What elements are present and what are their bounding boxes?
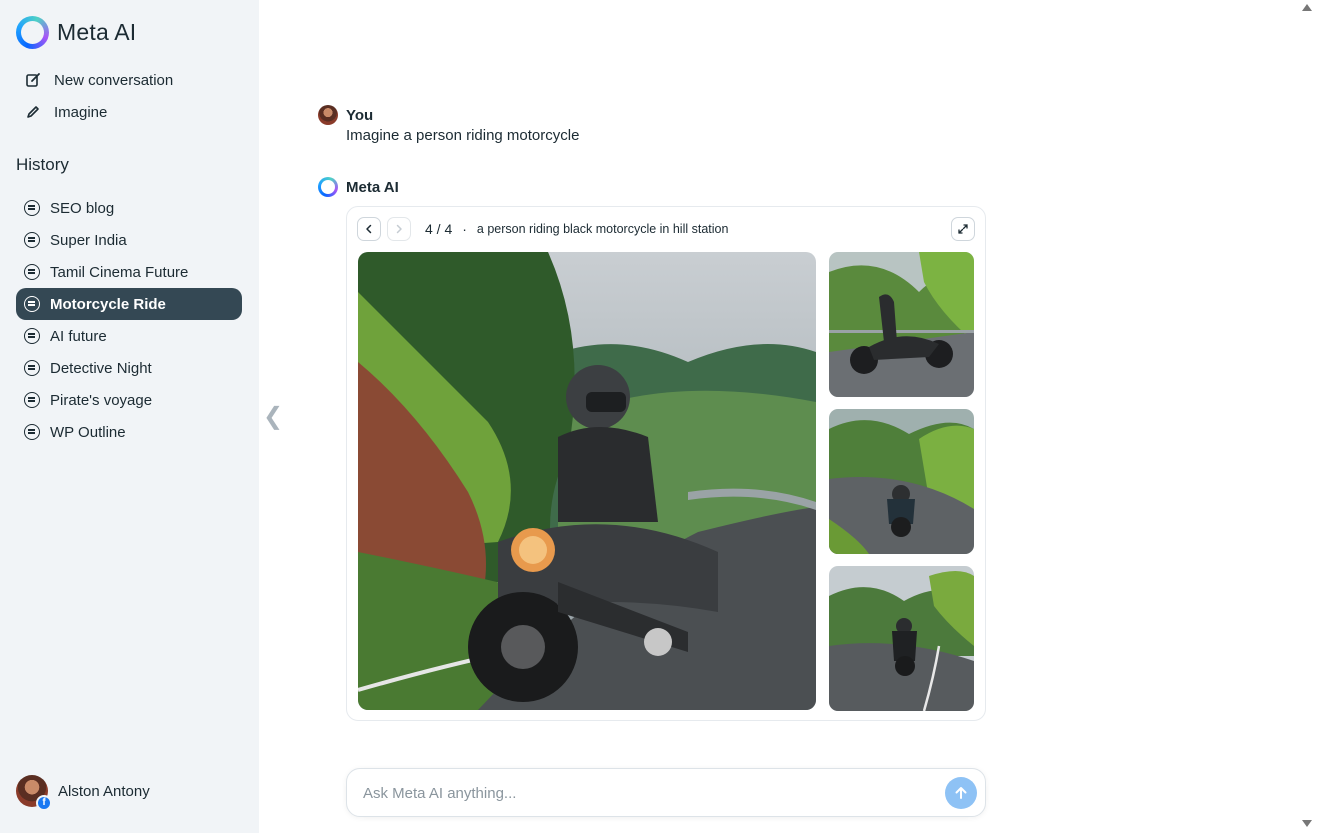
- sidebar-nav: New conversation Imagine: [16, 64, 242, 128]
- chat-bubble-icon: [24, 200, 40, 216]
- chat-bubble-icon: [24, 328, 40, 344]
- chat-bubble-icon: [24, 232, 40, 248]
- brand[interactable]: Meta AI: [16, 16, 136, 49]
- history-item-seo-blog[interactable]: SEO blog: [16, 192, 242, 224]
- history-item-label: WP Outline: [50, 423, 126, 441]
- history-item-label: AI future: [50, 327, 107, 345]
- history-item-detective-night[interactable]: Detective Night: [16, 352, 242, 384]
- chat-bubble-icon: [24, 296, 40, 312]
- user-avatar: [318, 105, 338, 125]
- image-counter: 4 / 4: [425, 221, 453, 237]
- separator-dot: ·: [462, 221, 467, 237]
- history-item-motorcycle-ride[interactable]: Motorcycle Ride: [16, 288, 242, 320]
- history-item-tamil-cinema-future[interactable]: Tamil Cinema Future: [16, 256, 242, 288]
- sidebar: Meta AI New conversation Imagine History…: [0, 0, 259, 833]
- history-item-super-india[interactable]: Super India: [16, 224, 242, 256]
- chat-bubble-icon: [24, 264, 40, 280]
- user-name: Alston Antony: [58, 782, 150, 800]
- next-image-button[interactable]: [387, 217, 411, 241]
- meta-ai-ring-icon: [16, 16, 49, 49]
- imagine-label: Imagine: [54, 103, 108, 121]
- arrow-up-icon: [955, 787, 967, 799]
- thumbnail-image-1[interactable]: [829, 252, 974, 397]
- scroll-up-arrow-icon[interactable]: [1302, 4, 1312, 11]
- brand-name: Meta AI: [57, 19, 137, 45]
- facebook-icon: f: [36, 795, 52, 811]
- chevron-right-icon: [396, 224, 402, 234]
- image-caption: a person riding black motorcycle in hill…: [476, 222, 729, 236]
- avatar: f: [16, 775, 52, 811]
- thumbnail-image-3[interactable]: [829, 566, 974, 711]
- new-conversation-label: New conversation: [54, 71, 174, 89]
- image-result-card: 4 / 4 · a person riding black motorcycle…: [346, 206, 986, 721]
- pencil-icon: [24, 103, 42, 121]
- ai-message-header: Meta AI: [318, 177, 399, 197]
- image-card-toolbar: 4 / 4 · a person riding black motorcycle…: [357, 217, 975, 241]
- expand-button[interactable]: [951, 217, 975, 241]
- history-item-label: Pirate's voyage: [50, 391, 153, 409]
- history-item-label: Super India: [50, 231, 127, 249]
- history-item-pirates-voyage[interactable]: Pirate's voyage: [16, 384, 242, 416]
- history-item-label: Detective Night: [50, 359, 152, 377]
- chat-input-box: [346, 768, 986, 817]
- history-item-label: Tamil Cinema Future: [50, 263, 189, 281]
- chat-bubble-icon: [24, 392, 40, 408]
- chevron-left-icon: [366, 224, 372, 234]
- user-profile[interactable]: f Alston Antony: [16, 775, 150, 811]
- new-conversation-button[interactable]: New conversation: [16, 64, 242, 96]
- ai-author: Meta AI: [346, 178, 399, 196]
- history-item-wp-outline[interactable]: WP Outline: [16, 416, 242, 448]
- scroll-down-arrow-icon[interactable]: [1302, 820, 1312, 827]
- send-button[interactable]: [945, 777, 977, 809]
- thumbnail-image-2[interactable]: [829, 409, 974, 554]
- chat-bubble-icon: [24, 424, 40, 440]
- chat-bubble-icon: [24, 360, 40, 376]
- history-item-label: Motorcycle Ride: [50, 295, 166, 313]
- history-list: SEO blog Super India Tamil Cinema Future…: [16, 192, 242, 448]
- chat-input[interactable]: [363, 781, 923, 805]
- main-generated-image[interactable]: [358, 252, 816, 710]
- meta-ai-ring-icon: [318, 177, 338, 197]
- history-heading: History: [16, 155, 69, 174]
- history-item-ai-future[interactable]: AI future: [16, 320, 242, 352]
- user-author: You: [346, 106, 374, 124]
- imagine-button[interactable]: Imagine: [16, 96, 242, 128]
- history-item-label: SEO blog: [50, 199, 115, 217]
- collapse-sidebar-icon[interactable]: ❮: [263, 402, 283, 431]
- user-message-text: Imagine a person riding motorcycle: [346, 127, 580, 144]
- edit-icon: [24, 71, 42, 89]
- user-message: You Imagine a person riding motorcycle: [318, 105, 579, 144]
- previous-image-button[interactable]: [357, 217, 381, 241]
- expand-icon: [958, 224, 968, 234]
